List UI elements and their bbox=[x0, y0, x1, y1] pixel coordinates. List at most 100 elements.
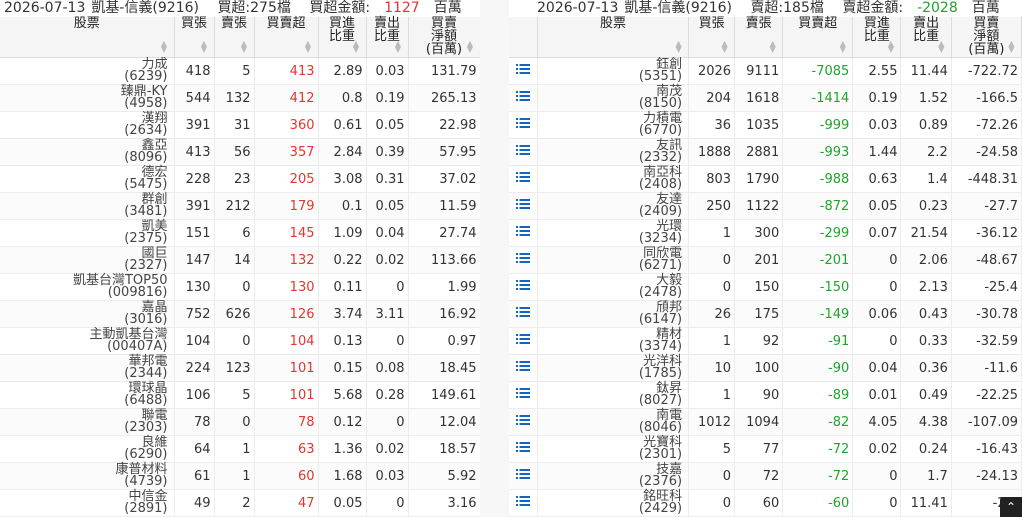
list-icon[interactable] bbox=[515, 360, 530, 376]
detail-cell[interactable] bbox=[509, 327, 538, 355]
table-row[interactable]: 光環 (3234) 1 300 -299 0.07 21.54 -36.12 bbox=[509, 219, 1022, 247]
stock-cell[interactable]: 康普材料 (4739) bbox=[0, 462, 175, 490]
stock-cell[interactable]: 臻鼎-KY (4958) bbox=[0, 84, 175, 112]
stock-cell[interactable]: 主動凱基台灣 (00407A) bbox=[0, 327, 175, 355]
stock-cell[interactable]: 南亞科 (2408) bbox=[537, 165, 690, 193]
column-header[interactable]: 賣張 ▲▼ bbox=[734, 17, 784, 58]
stock-cell[interactable]: 力成 (6239) bbox=[0, 57, 175, 85]
detail-cell[interactable] bbox=[509, 435, 538, 463]
table-row[interactable]: 凱美 (2375) 151 6 145 1.09 0.04 27.74 bbox=[0, 219, 481, 247]
column-header[interactable]: 賣張 ▲▼ bbox=[214, 17, 255, 58]
sort-icon[interactable]: ▲▼ bbox=[672, 39, 685, 51]
column-header[interactable]: 股票 ▲▼ bbox=[537, 17, 690, 58]
detail-cell[interactable] bbox=[509, 192, 538, 220]
list-icon[interactable] bbox=[515, 63, 530, 79]
table-row[interactable]: 德宏 (5475) 228 23 205 3.08 0.31 37.02 bbox=[0, 165, 481, 193]
stock-cell[interactable]: 銘旺科 (2429) bbox=[537, 489, 690, 517]
detail-cell[interactable] bbox=[509, 138, 538, 166]
stock-cell[interactable]: 力積電 (6770) bbox=[537, 111, 690, 139]
stock-cell[interactable]: 群創 (3481) bbox=[0, 192, 175, 220]
detail-cell[interactable] bbox=[509, 57, 538, 85]
column-header[interactable]: 買張 ▲▼ bbox=[688, 17, 736, 58]
list-icon[interactable] bbox=[515, 225, 530, 241]
table-row[interactable]: 嘉晶 (3016) 752 626 126 3.74 3.11 16.92 bbox=[0, 300, 481, 328]
stock-cell[interactable]: 頎邦 (6147) bbox=[537, 300, 690, 328]
table-row[interactable]: 大毅 (2478) 0 150 -150 0 2.13 -25.4 bbox=[509, 273, 1022, 301]
detail-cell[interactable] bbox=[509, 300, 538, 328]
column-header[interactable]: 買賣 淨額 (百萬) ▲▼ bbox=[408, 17, 481, 58]
sort-icon[interactable]: ▲▼ bbox=[198, 39, 211, 51]
stock-cell[interactable]: 良維 (6290) bbox=[0, 435, 175, 463]
list-icon[interactable] bbox=[515, 252, 530, 268]
table-row[interactable]: 臻鼎-KY (4958) 544 132 412 0.8 0.19 265.13 bbox=[0, 84, 481, 112]
table-row[interactable]: 力成 (6239) 418 5 413 2.89 0.03 131.79 bbox=[0, 57, 481, 85]
sort-icon[interactable]: ▲▼ bbox=[302, 39, 315, 51]
detail-cell[interactable] bbox=[509, 165, 538, 193]
column-header[interactable]: 買進 比重 ▲▼ bbox=[852, 17, 902, 58]
table-row[interactable]: 環球晶 (6488) 106 5 101 5.68 0.28 149.61 bbox=[0, 381, 481, 409]
stock-cell[interactable]: 鈦昇 (8027) bbox=[537, 381, 690, 409]
table-row[interactable]: 聯電 (2303) 78 0 78 0.12 0 12.04 bbox=[0, 408, 481, 436]
stock-cell[interactable]: 聯電 (2303) bbox=[0, 408, 175, 436]
table-row[interactable]: 群創 (3481) 391 212 179 0.1 0.05 11.59 bbox=[0, 192, 481, 220]
sort-icon[interactable]: ▲▼ bbox=[392, 39, 405, 51]
table-row[interactable]: 國巨 (2327) 147 14 132 0.22 0.02 113.66 bbox=[0, 246, 481, 274]
sort-icon[interactable]: ▲▼ bbox=[238, 39, 251, 51]
table-row[interactable]: 友達 (2409) 250 1122 -872 0.05 0.23 -27.7 bbox=[509, 192, 1022, 220]
table-row[interactable]: 銘旺科(2429)060-60011.41-2.8 bbox=[509, 489, 1022, 517]
table-row[interactable]: 漢翔 (2634) 391 31 360 0.61 0.05 22.98 bbox=[0, 111, 481, 139]
detail-cell[interactable] bbox=[509, 219, 538, 247]
list-icon[interactable] bbox=[515, 468, 530, 484]
table-row[interactable]: 凱基台灣TOP50 (009816) 130 0 130 0.11 0 1.99 bbox=[0, 273, 481, 301]
table-row[interactable]: 南茂 (8150) 204 1618 -1414 0.19 1.52 -166.5 bbox=[509, 84, 1022, 112]
list-icon[interactable] bbox=[515, 441, 530, 457]
column-header[interactable]: 股票 ▲▼ bbox=[0, 17, 175, 58]
sort-icon[interactable]: ▲▼ bbox=[718, 39, 731, 51]
sort-icon[interactable]: ▲▼ bbox=[766, 39, 779, 51]
detail-cell[interactable] bbox=[509, 462, 538, 490]
list-icon[interactable] bbox=[515, 495, 530, 511]
table-row[interactable]: 技嘉 (2376) 0 72 -72 0 1.7 -24.13 bbox=[509, 462, 1022, 490]
detail-cell[interactable] bbox=[509, 381, 538, 409]
column-header[interactable]: 買張 ▲▼ bbox=[174, 17, 215, 58]
column-header[interactable]: 買賣超 ▲▼ bbox=[254, 17, 319, 58]
column-header[interactable]: 賣出 比重 ▲▼ bbox=[900, 17, 952, 58]
stock-cell[interactable]: 南茂 (8150) bbox=[537, 84, 690, 112]
stock-cell[interactable]: 光寶科 (2301) bbox=[537, 435, 690, 463]
stock-cell[interactable]: 友達 (2409) bbox=[537, 192, 690, 220]
stock-cell[interactable]: 大毅 (2478) bbox=[537, 273, 690, 301]
stock-cell[interactable]: 光洋科 (1785) bbox=[537, 354, 690, 382]
table-row[interactable]: 華邦電 (2344) 224 123 101 0.15 0.08 18.45 bbox=[0, 354, 481, 382]
table-row[interactable]: 康普材料 (4739) 61 1 60 1.68 0.03 5.92 bbox=[0, 462, 481, 490]
table-row[interactable]: 光洋科 (1785) 10 100 -90 0.04 0.36 -11.6 bbox=[509, 354, 1022, 382]
sort-icon[interactable]: ▲▼ bbox=[935, 39, 948, 51]
detail-cell[interactable] bbox=[509, 354, 538, 382]
list-icon[interactable] bbox=[515, 198, 530, 214]
stock-cell[interactable]: 漢翔 (2634) bbox=[0, 111, 175, 139]
sort-icon[interactable]: ▲▼ bbox=[884, 39, 897, 51]
table-row[interactable]: 南亞科 (2408) 803 1790 -988 0.63 1.4 -448.31 bbox=[509, 165, 1022, 193]
table-row[interactable]: 精材 (3374) 1 92 -91 0 0.33 -32.59 bbox=[509, 327, 1022, 355]
detail-cell[interactable] bbox=[509, 84, 538, 112]
list-icon[interactable] bbox=[515, 414, 530, 430]
detail-cell[interactable] bbox=[509, 489, 538, 517]
list-icon[interactable] bbox=[515, 306, 530, 322]
stock-cell[interactable]: 中信金 (2891) bbox=[0, 489, 175, 517]
table-row[interactable]: 中信金 (2891) 49 2 47 0.05 0 3.16 bbox=[0, 489, 481, 517]
stock-cell[interactable]: 鈺創 (5351) bbox=[537, 57, 690, 85]
list-icon[interactable] bbox=[515, 171, 530, 187]
table-row[interactable]: 頎邦 (6147) 26 175 -149 0.06 0.43 -30.78 bbox=[509, 300, 1022, 328]
stock-cell[interactable]: 精材 (3374) bbox=[537, 327, 690, 355]
sort-icon[interactable]: ▲▼ bbox=[1005, 39, 1018, 51]
stock-cell[interactable]: 同欣電 (6271) bbox=[537, 246, 690, 274]
scroll-up-button[interactable]: ⌃ bbox=[1000, 497, 1022, 517]
stock-cell[interactable]: 友訊 (2332) bbox=[537, 138, 690, 166]
list-icon[interactable] bbox=[515, 117, 530, 133]
table-row[interactable]: 同欣電 (6271) 0 201 -201 0 2.06 -48.67 bbox=[509, 246, 1022, 274]
list-icon[interactable] bbox=[515, 144, 530, 160]
detail-cell[interactable] bbox=[509, 273, 538, 301]
sort-icon[interactable]: ▲▼ bbox=[836, 39, 849, 51]
column-header[interactable] bbox=[509, 17, 538, 58]
stock-cell[interactable]: 環球晶 (6488) bbox=[0, 381, 175, 409]
stock-cell[interactable]: 鑫亞 (8096) bbox=[0, 138, 175, 166]
